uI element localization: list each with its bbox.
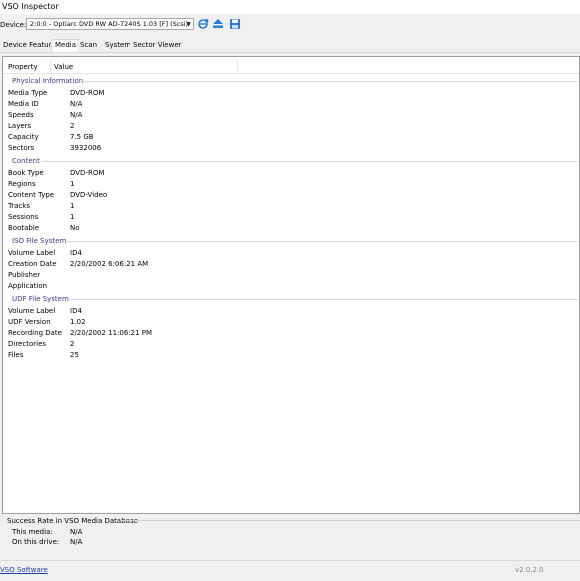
property-name: Volume Label bbox=[8, 307, 56, 315]
device-label: Device: bbox=[0, 21, 27, 29]
property-value: 1 bbox=[70, 180, 75, 188]
property-name: Content Type bbox=[8, 191, 55, 199]
property-value: No bbox=[70, 224, 80, 232]
success-rate-group: Success Rate in VSO Media Database This … bbox=[2, 515, 580, 552]
tab-bar: Device Features Media Scan System Sector… bbox=[0, 39, 580, 53]
table-row[interactable]: Layers 2 bbox=[8, 122, 568, 132]
property-name: Media Type bbox=[8, 89, 48, 97]
this-media-label: This media: bbox=[12, 528, 53, 536]
column-header-property[interactable]: Property bbox=[8, 63, 38, 71]
property-value: ID4 bbox=[70, 307, 82, 315]
version-label: v2.0.2.0 bbox=[515, 566, 544, 574]
chevron-down-icon: ▼ bbox=[186, 21, 191, 28]
this-drive-label: On this drive: bbox=[12, 538, 60, 546]
table-row[interactable]: Application bbox=[8, 282, 568, 292]
property-value: DVD-Video bbox=[70, 191, 108, 199]
this-drive-value: N/A bbox=[70, 538, 83, 546]
device-toolbar: Device: 2:0:0 - Optiarc DVD RW AD-7240S … bbox=[0, 15, 580, 35]
column-divider[interactable] bbox=[237, 61, 238, 72]
table-row[interactable]: Regions 1 bbox=[8, 180, 568, 190]
status-bar: VSO Software v2.0.2.0 bbox=[0, 560, 580, 581]
eject-icon[interactable] bbox=[212, 18, 224, 30]
title-bar: VSO Inspector bbox=[0, 0, 580, 14]
property-name: Files bbox=[8, 351, 24, 359]
column-divider[interactable] bbox=[50, 61, 51, 72]
tab-sector-viewer[interactable]: Sector Viewer bbox=[130, 40, 185, 51]
property-name: Sessions bbox=[8, 213, 39, 221]
save-icon[interactable] bbox=[229, 18, 241, 30]
table-row[interactable]: Speeds N/A bbox=[8, 111, 568, 121]
table-row[interactable]: Content Type DVD-Video bbox=[8, 191, 568, 201]
property-name: Layers bbox=[8, 122, 32, 130]
property-value: 1 bbox=[70, 202, 75, 210]
table-row[interactable]: Tracks 1 bbox=[8, 202, 568, 212]
group-header-content: Content bbox=[12, 157, 40, 165]
table-row[interactable]: Directories 2 bbox=[8, 340, 568, 350]
property-name: UDF Version bbox=[8, 318, 51, 326]
table-row[interactable]: Media ID N/A bbox=[8, 100, 568, 110]
vso-software-link[interactable]: VSO Software bbox=[0, 566, 48, 574]
property-name: Media ID bbox=[8, 100, 39, 108]
refresh-icon[interactable] bbox=[197, 18, 209, 30]
group-divider bbox=[69, 299, 577, 300]
table-row[interactable]: Files 25 bbox=[8, 351, 568, 361]
property-value: 3932006 bbox=[70, 144, 102, 152]
success-rate-title: Success Rate in VSO Media Database bbox=[7, 517, 138, 525]
device-select[interactable]: 2:0:0 - Optiarc DVD RW AD-7240S 1.03 [F]… bbox=[26, 18, 194, 30]
property-name: Directories bbox=[8, 340, 47, 348]
property-name: Book Type bbox=[8, 169, 44, 177]
property-value: ID4 bbox=[70, 249, 82, 257]
table-row[interactable]: Publisher bbox=[8, 271, 568, 281]
table-row[interactable]: Creation Date 2/20/2002 6:06:21 AM bbox=[8, 260, 568, 270]
tab-scan[interactable]: Scan bbox=[77, 40, 101, 51]
this-media-value: N/A bbox=[70, 528, 83, 536]
property-name: Volume Label bbox=[8, 249, 56, 257]
table-row[interactable]: Bootable No bbox=[8, 224, 568, 234]
property-name: Application bbox=[8, 282, 48, 290]
property-name: Speeds bbox=[8, 111, 34, 119]
property-value: 2/20/2002 6:06:21 AM bbox=[70, 260, 149, 268]
property-name: Capacity bbox=[8, 133, 39, 141]
property-value: 7.5 GB bbox=[70, 133, 94, 141]
group-header-physical-information: Physical Information bbox=[12, 77, 84, 85]
group-header-iso-file-system: ISO File System bbox=[12, 237, 67, 245]
group-divider bbox=[79, 81, 577, 82]
window-title: VSO Inspector bbox=[2, 2, 59, 11]
property-value: 2 bbox=[70, 340, 75, 348]
property-name: Bootable bbox=[8, 224, 40, 232]
property-name: Tracks bbox=[8, 202, 30, 210]
property-value: 2 bbox=[70, 122, 75, 130]
property-value: DVD-ROM bbox=[70, 169, 105, 177]
group-divider bbox=[120, 520, 580, 521]
table-row[interactable]: Volume Label ID4 bbox=[8, 249, 568, 259]
property-value: 1 bbox=[70, 213, 75, 221]
table-row[interactable]: Sessions 1 bbox=[8, 213, 568, 223]
property-name: Recording Date bbox=[8, 329, 62, 337]
property-name: Regions bbox=[8, 180, 36, 188]
property-value: 25 bbox=[70, 351, 79, 359]
table-row[interactable]: Sectors 3932006 bbox=[8, 144, 568, 154]
group-divider bbox=[42, 161, 577, 162]
media-properties-list[interactable]: Property Value Physical Information Medi… bbox=[2, 56, 580, 514]
tab-media[interactable]: Media bbox=[51, 39, 81, 52]
column-header-value[interactable]: Value bbox=[54, 63, 73, 71]
table-row[interactable]: Recording Date 2/20/2002 11:06:21 PM bbox=[8, 329, 568, 339]
table-row[interactable]: Media Type DVD-ROM bbox=[8, 89, 568, 99]
table-row[interactable]: Book Type DVD-ROM bbox=[8, 169, 568, 179]
list-header: Property Value bbox=[3, 60, 579, 74]
property-name: Creation Date bbox=[8, 260, 57, 268]
property-name: Publisher bbox=[8, 271, 41, 279]
property-value: 2/20/2002 11:06:21 PM bbox=[70, 329, 153, 337]
property-name: Sectors bbox=[8, 144, 35, 152]
property-value: DVD-ROM bbox=[70, 89, 105, 97]
group-header-udf-file-system: UDF File System bbox=[12, 295, 69, 303]
property-value: 1.02 bbox=[70, 318, 86, 326]
property-value: N/A bbox=[70, 100, 83, 108]
property-value: N/A bbox=[70, 111, 83, 119]
table-row[interactable]: Volume Label ID4 bbox=[8, 307, 568, 317]
table-row[interactable]: UDF Version 1.02 bbox=[8, 318, 568, 328]
group-divider bbox=[67, 241, 577, 242]
table-row[interactable]: Capacity 7.5 GB bbox=[8, 133, 568, 143]
device-select-value: 2:0:0 - Optiarc DVD RW AD-7240S 1.03 [F]… bbox=[30, 20, 189, 28]
